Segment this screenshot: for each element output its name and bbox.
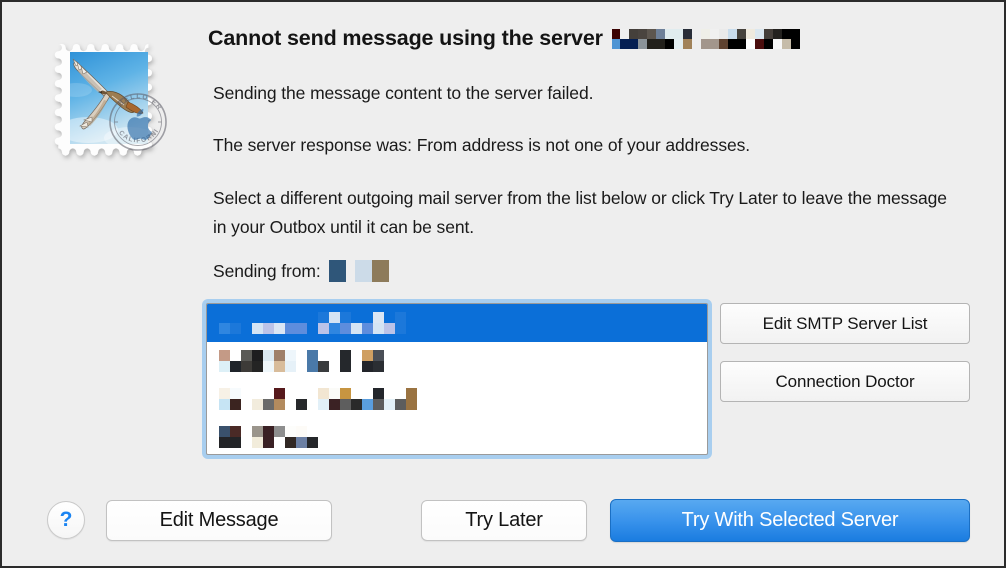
smtp-server-list-focus-ring: [202, 299, 712, 459]
mail-stamp-icon: HELLO FROM CALIFORNIA: [46, 30, 184, 164]
redacted-server-entry-1: [219, 312, 406, 334]
edit-message-button[interactable]: Edit Message: [106, 500, 332, 541]
smtp-server-list-item[interactable]: [207, 380, 707, 418]
alert-paragraph-2: The server response was: From address is…: [213, 135, 751, 155]
redacted-server-entry-3: [219, 388, 417, 410]
alert-paragraph-3: Select a different outgoing mail server …: [213, 188, 947, 237]
alert-title: Cannot send message using the server: [208, 26, 800, 51]
alert-title-text: Cannot send message using the server: [208, 26, 603, 50]
redacted-server-name-secondary: [700, 28, 800, 49]
smtp-server-list-item[interactable]: [207, 342, 707, 380]
sending-from-row: Sending from:: [213, 260, 389, 282]
smtp-server-list[interactable]: [206, 303, 708, 455]
sending-from-label: Sending from:: [213, 260, 321, 281]
alert-paragraph-1: Sending the message content to the serve…: [213, 83, 594, 103]
smtp-server-list-item[interactable]: [207, 418, 707, 454]
edit-smtp-server-list-button[interactable]: Edit SMTP Server List: [720, 303, 970, 344]
connection-doctor-button[interactable]: Connection Doctor: [720, 361, 970, 402]
redacted-sending-from-address: [328, 260, 389, 282]
try-with-selected-server-button[interactable]: Try With Selected Server: [610, 499, 970, 542]
mail-send-error-alert-window: HELLO FROM CALIFORNIA Cannot send messag…: [0, 0, 1006, 568]
smtp-server-list-item-selected[interactable]: [207, 304, 707, 342]
redacted-server-name: [611, 28, 692, 49]
try-later-button[interactable]: Try Later: [421, 500, 587, 541]
help-button[interactable]: ?: [47, 501, 85, 539]
redacted-server-entry-4: [219, 426, 318, 448]
redacted-server-entry-2: [219, 350, 384, 372]
